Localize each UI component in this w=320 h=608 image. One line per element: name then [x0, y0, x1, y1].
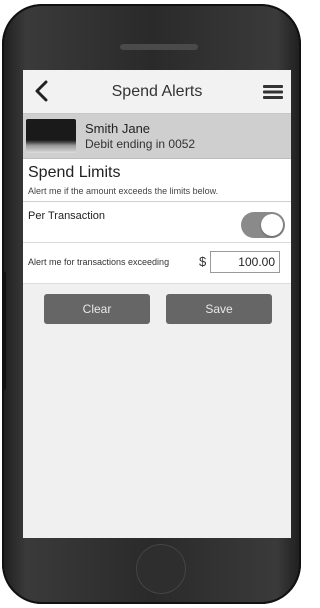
card-header[interactable]: Smith Jane Debit ending in 0052: [23, 114, 291, 159]
spend-limits-header: Spend Limits Alert me if the amount exce…: [23, 159, 291, 202]
section-description: Alert me if the amount exceeds the limit…: [28, 186, 219, 196]
per-transaction-row: Per Transaction: [23, 202, 291, 243]
amount-label: Alert me for transactions exceeding: [28, 257, 170, 267]
chevron-left-icon: [35, 80, 48, 102]
amount-input[interactable]: 100.00: [210, 251, 280, 273]
card-description: Debit ending in 0052: [85, 136, 196, 151]
cardholder-name: Smith Jane: [85, 120, 151, 136]
section-title: Spend Limits: [28, 164, 121, 181]
per-transaction-label: Per Transaction: [28, 210, 106, 222]
toggle-knob: [261, 214, 283, 236]
page-title: Spend Alerts: [111, 82, 203, 100]
phone-frame: Spend Alerts Smith Jane Debit ending in …: [2, 4, 301, 604]
menu-button[interactable]: [263, 84, 283, 100]
amount-row: Alert me for transactions exceeding $ 10…: [23, 243, 291, 284]
currency-symbol: $: [199, 254, 207, 269]
hamburger-menu-icon: [263, 85, 283, 99]
phone-speaker: [120, 44, 198, 50]
back-button[interactable]: [31, 78, 51, 104]
app-screen: Spend Alerts Smith Jane Debit ending in …: [23, 70, 291, 538]
clear-button[interactable]: Clear: [44, 294, 150, 324]
action-bar: Clear Save: [23, 284, 291, 334]
per-transaction-toggle[interactable]: [241, 212, 285, 238]
navbar: Spend Alerts: [23, 70, 291, 114]
card-image: [26, 119, 76, 153]
phone-side-button: [2, 272, 6, 390]
save-button[interactable]: Save: [166, 294, 272, 324]
home-button[interactable]: [136, 544, 186, 594]
